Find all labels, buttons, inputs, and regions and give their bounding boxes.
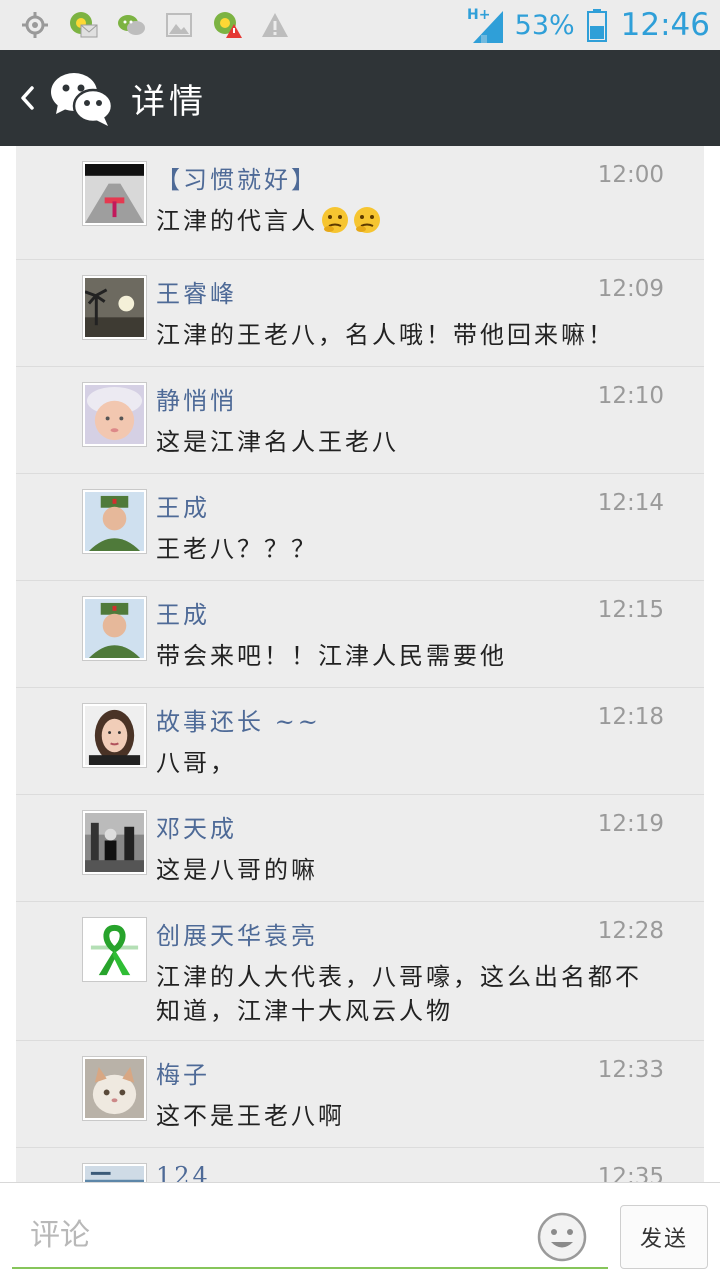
comment-item: 王成 12:14 王老八？？？	[16, 474, 704, 581]
blue-avatar[interactable]	[82, 1163, 147, 1182]
commenter-name[interactable]: 故事还长 ~~	[156, 702, 321, 737]
comment-text: 江津的代言人	[156, 204, 666, 238]
comment-time: 12:18	[597, 704, 664, 730]
comment-text: 江津的王老八，名人哦！带他回来嘛！	[156, 321, 615, 349]
commenter-name[interactable]: 王成	[156, 488, 210, 523]
comment-text: 王老八？？？	[156, 535, 318, 563]
commenter-name[interactable]: 124	[156, 1162, 211, 1182]
comment-input-bar: 发送	[0, 1182, 720, 1280]
palm-tree-avatar[interactable]	[82, 275, 147, 340]
comment-text: 这不是王老八啊	[156, 1102, 345, 1130]
comment-item: 王成 12:15 带会来吧！！江津人民需要他	[16, 581, 704, 688]
commenter-name[interactable]: 静悄悄	[156, 381, 237, 416]
comment-item: 静悄悄 12:10 这是江津名人王老八	[16, 367, 704, 474]
back-icon[interactable]	[14, 78, 40, 118]
commenter-name[interactable]: 【习惯就好】	[156, 160, 318, 195]
comment-input[interactable]	[12, 1203, 608, 1269]
signal-icon: H+	[467, 7, 503, 43]
portrait-green-avatar[interactable]	[82, 596, 147, 661]
wechat-logo-icon	[51, 73, 114, 126]
location-icon	[22, 12, 48, 38]
comment-text: 带会来吧！！江津人民需要他	[156, 642, 507, 670]
bw-photo-avatar[interactable]	[82, 810, 147, 875]
gallery-icon	[166, 13, 192, 37]
comment-time: 12:09	[597, 276, 664, 302]
comment-text: 这是江津名人王老八	[156, 428, 399, 456]
comment-item: 邓天成 12:19 这是八哥的嘛	[16, 795, 704, 902]
green-ribbon-avatar[interactable]	[82, 917, 147, 982]
comment-time: 12:28	[597, 918, 664, 944]
woman-avatar[interactable]	[82, 703, 147, 768]
comment-item: 王睿峰 12:09 江津的王老八，名人哦！带他回来嘛！	[16, 260, 704, 367]
commenter-name[interactable]: 王成	[156, 595, 210, 630]
battery-percent: 53%	[514, 9, 575, 41]
network-type: H+	[467, 7, 490, 23]
header: 详情	[0, 50, 720, 146]
app-mail-icon	[70, 12, 98, 38]
road-avatar[interactable]	[82, 161, 147, 226]
commenter-name[interactable]: 创展天华袁亮	[156, 916, 318, 951]
comment-item: 故事还长 ~~ 12:18 八哥，	[16, 688, 704, 795]
comment-time: 12:19	[597, 811, 664, 837]
commenter-name[interactable]: 王睿峰	[156, 274, 237, 309]
comment-item: 124 12:35	[16, 1148, 704, 1182]
commenter-name[interactable]: 邓天成	[156, 809, 237, 844]
comment-time: 12:33	[597, 1057, 664, 1083]
comment-time: 12:15	[597, 597, 664, 623]
comment-text: 八哥，	[156, 749, 237, 777]
comment-list[interactable]: 【习惯就好】 12:00 江津的代言人 王睿峰 12:09 江津的王老八，名人哦…	[16, 146, 704, 1182]
comment-time: 12:00	[597, 162, 664, 188]
emoji-picker-icon[interactable]	[536, 1211, 588, 1263]
send-button[interactable]: 发送	[620, 1205, 708, 1269]
comment-item: 梅子 12:33 这不是王老八啊	[16, 1041, 704, 1148]
status-right: H+ 53% 12:46	[467, 4, 710, 46]
comment-time: 12:35	[597, 1164, 664, 1182]
baby-avatar[interactable]	[82, 382, 147, 447]
thinking-emoji-icon	[322, 207, 348, 233]
comment-text: 这是八哥的嘛	[156, 856, 318, 884]
comment-time: 12:14	[597, 490, 664, 516]
warning-icon	[262, 13, 288, 37]
thinking-emoji-icon	[354, 207, 380, 233]
portrait-green-avatar[interactable]	[82, 489, 147, 554]
cat-avatar[interactable]	[82, 1056, 147, 1121]
page-title: 详情	[131, 82, 207, 122]
comment-text: 江津的人大代表，八哥嚎，这么出名都不知道，江津十大风云人物	[156, 963, 642, 1025]
status-bar: H+ 53% 12:46	[0, 0, 720, 50]
comment-item: 【习惯就好】 12:00 江津的代言人	[16, 146, 704, 260]
wechat-icon	[118, 15, 145, 35]
commenter-name[interactable]: 梅子	[156, 1055, 210, 1090]
battery-icon	[586, 8, 607, 42]
comment-item: 创展天华袁亮 12:28 江津的人大代表，八哥嚎，这么出名都不知道，江津十大风云…	[16, 902, 704, 1041]
clock: 12:46	[620, 7, 710, 43]
app-warning-icon	[214, 12, 242, 38]
comment-time: 12:10	[597, 383, 664, 409]
